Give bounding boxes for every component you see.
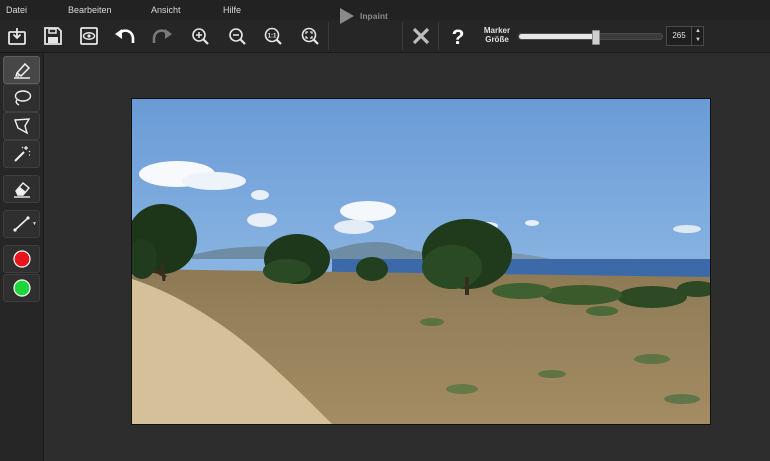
svg-text:?: ? (452, 26, 465, 47)
spin-down-icon[interactable]: ▼ (692, 36, 704, 45)
eraser-tool[interactable] (3, 175, 40, 203)
inpaint-label: Inpaint (360, 11, 388, 21)
zoom-fit-icon (301, 27, 319, 45)
lasso-tool[interactable] (3, 84, 40, 112)
close-icon (412, 27, 430, 45)
spin-arrows: ▲ ▼ (691, 27, 704, 45)
undo-icon (115, 29, 135, 43)
marker-tool[interactable] (3, 56, 40, 84)
redo-button[interactable] (149, 23, 175, 49)
red-color-tool[interactable] (3, 245, 40, 273)
question-mark-icon: ? (452, 26, 465, 47)
zoom-in-icon (192, 28, 209, 45)
menu-datei[interactable]: Datei (6, 5, 27, 15)
marker-size-spinbox[interactable]: 265 ▲ ▼ (666, 26, 704, 46)
toolbar-separator (438, 22, 439, 50)
svg-text:1:1: 1:1 (268, 34, 277, 40)
menu-ansicht[interactable]: Ansicht (151, 5, 181, 15)
magic-wand-icon (13, 146, 30, 162)
zoom-out-button[interactable] (224, 23, 250, 49)
lasso-icon (14, 90, 31, 106)
line-tool[interactable]: ▼ (3, 210, 40, 238)
preview-button[interactable] (76, 23, 102, 49)
slider-thumb[interactable] (591, 30, 600, 45)
redo-icon (152, 29, 172, 43)
polygon-lasso-tool[interactable] (3, 112, 40, 140)
slider-fill (519, 34, 595, 39)
eraser-icon (13, 182, 30, 198)
marker-size-label: Marker Größe (478, 26, 516, 44)
cancel-button[interactable] (408, 23, 434, 49)
marker-icon (13, 62, 30, 79)
line-icon (12, 216, 30, 232)
photo-canvas[interactable] (131, 98, 711, 425)
open-file-button[interactable] (4, 23, 30, 49)
landscape-photo (132, 99, 710, 424)
zoom-actual-button[interactable]: 1:1 (260, 23, 286, 49)
menu-bearbeiten[interactable]: Bearbeiten (68, 5, 112, 15)
marker-label-line1: Marker (483, 26, 511, 35)
marker-label-line2: Größe (485, 35, 509, 44)
menu-hilfe[interactable]: Hilfe (223, 5, 241, 15)
marker-size-value[interactable]: 265 (667, 27, 691, 45)
toolbar-separator (402, 22, 403, 50)
green-dot-icon (12, 279, 31, 297)
zoom-1to1-icon: 1:1 (264, 27, 282, 45)
zoom-out-icon (229, 28, 246, 45)
toolbar-separator (328, 22, 329, 50)
magic-wand-tool[interactable] (3, 140, 40, 168)
zoom-in-button[interactable] (187, 23, 213, 49)
inpaint-button[interactable]: Inpaint (336, 3, 398, 29)
save-button[interactable] (40, 23, 66, 49)
marker-size-slider[interactable] (518, 30, 663, 45)
green-color-tool[interactable] (3, 274, 40, 302)
open-file-icon (8, 28, 26, 45)
save-icon (44, 27, 62, 45)
undo-button[interactable] (112, 23, 138, 49)
zoom-fit-button[interactable] (297, 23, 323, 49)
red-dot-icon (12, 250, 31, 268)
help-button[interactable]: ? (445, 23, 471, 49)
chevron-down-icon[interactable]: ▼ (32, 221, 37, 227)
polygon-lasso-icon (13, 118, 30, 135)
spin-up-icon[interactable]: ▲ (692, 27, 704, 36)
play-icon (340, 8, 354, 24)
eye-icon (80, 27, 98, 45)
